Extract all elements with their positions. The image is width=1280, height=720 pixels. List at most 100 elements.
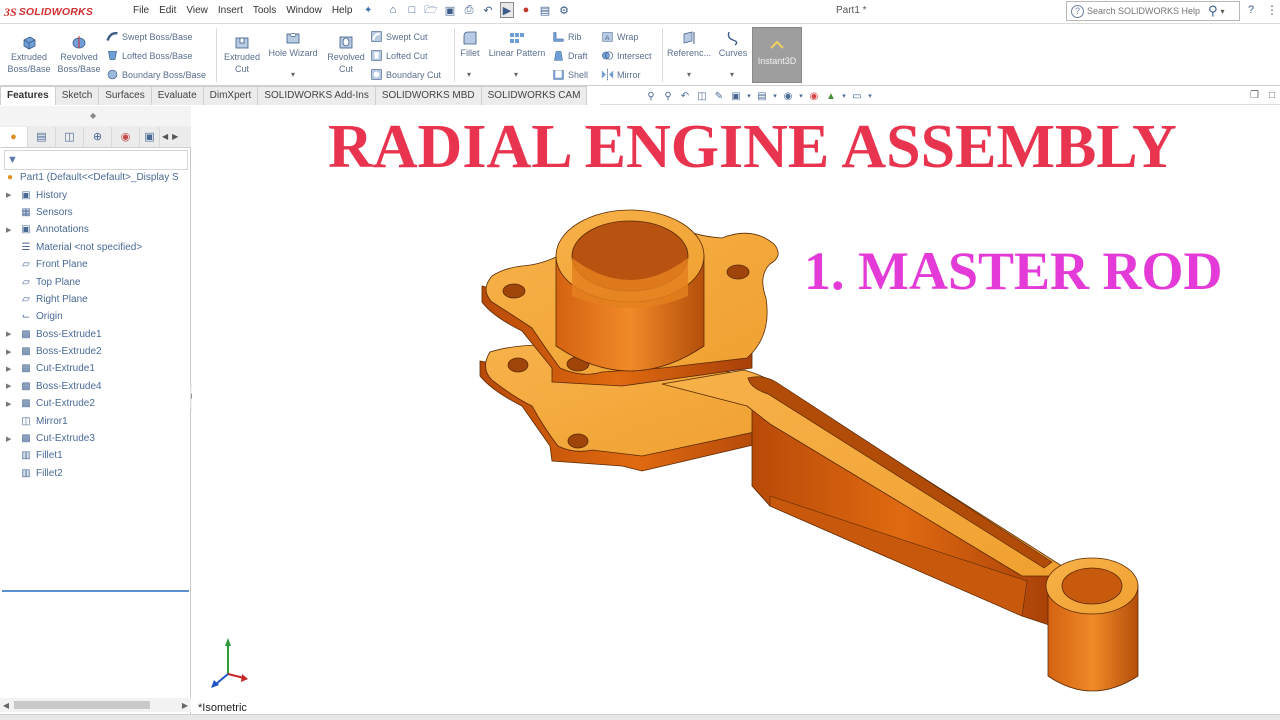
hole-wizard-dropdown-icon[interactable]: ▾	[291, 70, 295, 79]
tree-item-fillet1[interactable]: ▥ Fillet1	[0, 447, 191, 464]
tree-item-right[interactable]: ▱ Right Plane	[0, 291, 191, 308]
tab-features[interactable]: Features	[0, 86, 56, 105]
hide-show-items-icon[interactable]: ◉	[781, 89, 795, 103]
search-icon[interactable]: ⚲	[1208, 3, 1218, 19]
intersect-button[interactable]: Intersect	[601, 49, 652, 62]
display-style-icon[interactable]: ▤	[755, 89, 769, 103]
scroll-right-arrow-icon[interactable]: ▶	[179, 701, 191, 710]
zoom-to-fit-icon[interactable]: ⚲	[644, 89, 658, 103]
boundary-cut-button[interactable]: Boundary Cut	[370, 68, 441, 81]
close-viewport-icon[interactable]: □	[1269, 90, 1275, 101]
expand-arrow-icon[interactable]: ▶	[6, 365, 11, 373]
tab-surfaces[interactable]: Surfaces	[98, 86, 152, 105]
hole-wizard-button[interactable]: Hole Wizard	[266, 30, 320, 59]
new-document-icon[interactable]: □	[405, 2, 419, 18]
draft-button[interactable]: Draft	[552, 49, 588, 62]
search-dropdown-icon[interactable]: ▾	[1221, 7, 1225, 16]
pattern-dropdown-icon[interactable]: ▾	[514, 70, 518, 79]
tree-item-origin[interactable]: ⌙ Origin	[0, 308, 191, 325]
tree-root-part[interactable]: ● Part1 (Default<<Default>_Display S	[0, 169, 191, 186]
menu-tools[interactable]: Tools	[248, 5, 281, 16]
hide-show-dropdown-icon[interactable]: ▾	[798, 89, 804, 103]
more-options-icon[interactable]: ⋮	[1266, 3, 1278, 17]
help-question-icon[interactable]: ?	[1248, 4, 1254, 16]
tree-item-top[interactable]: ▱ Top Plane	[0, 273, 191, 290]
expand-arrow-icon[interactable]: ▶	[6, 191, 11, 199]
property-manager-icon[interactable]: ▤	[28, 126, 56, 147]
feature-filter-box[interactable]: ▼	[4, 150, 188, 170]
boundary-boss-button[interactable]: Boundary Boss/Base	[106, 68, 206, 81]
lofted-cut-button[interactable]: Lofted Cut	[370, 49, 428, 62]
expand-arrow-icon[interactable]: ▶	[6, 400, 11, 408]
zoom-to-area-icon[interactable]: ⚲	[661, 89, 675, 103]
edit-appearance-icon[interactable]: ◉	[807, 89, 821, 103]
revolved-boss-button[interactable]: Revolved Boss/Base	[56, 34, 102, 75]
menu-file[interactable]: File	[128, 5, 154, 16]
tree-item-annotations[interactable]: ▶ ▣ Annotations	[0, 221, 191, 238]
display-manager-icon[interactable]: ◉	[112, 126, 140, 147]
tree-item-boss-extrude1[interactable]: ▶ ▩ Boss-Extrude1	[0, 326, 191, 343]
menu-edit[interactable]: Edit	[154, 5, 181, 16]
configuration-manager-icon[interactable]: ◫	[56, 126, 84, 147]
restore-viewport-icon[interactable]: ❐	[1250, 90, 1259, 101]
rebuild-icon[interactable]: ●	[519, 2, 533, 18]
menu-window[interactable]: Window	[281, 5, 327, 16]
section-view-icon[interactable]: ◫	[695, 89, 709, 103]
tree-item-boss-extrude4[interactable]: ▶ ▩ Boss-Extrude4	[0, 378, 191, 395]
expand-arrow-icon[interactable]: ▶	[6, 435, 11, 443]
tab-sketch[interactable]: Sketch	[54, 86, 100, 105]
expand-arrow-icon[interactable]: ▶	[6, 226, 11, 234]
scroll-thumb[interactable]	[14, 701, 150, 709]
apply-scene-icon[interactable]: ▲	[824, 89, 838, 103]
expand-arrow-icon[interactable]: ▶	[6, 348, 11, 356]
tree-item-cut-extrude1[interactable]: ▶ ▩ Cut-Extrude1	[0, 360, 191, 377]
fillet-dropdown-icon[interactable]: ▾	[467, 70, 471, 79]
display-style-dropdown-icon[interactable]: ▾	[772, 89, 778, 103]
feature-filter-input[interactable]	[17, 154, 178, 166]
open-folder-icon[interactable]: 🗁	[424, 2, 438, 18]
view-settings-dropdown-icon[interactable]: ▾	[867, 89, 873, 103]
tree-item-cut-extrude2[interactable]: ▶ ▩ Cut-Extrude2	[0, 395, 191, 412]
home-icon[interactable]: ⌂	[386, 2, 400, 18]
panel-horizontal-scrollbar[interactable]: ◀ ▶	[0, 698, 191, 712]
instant3d-button[interactable]: Instant3D	[752, 27, 802, 83]
options-gear-icon[interactable]: ⚙	[557, 2, 571, 18]
menu-view[interactable]: View	[181, 5, 213, 16]
curves-button[interactable]: Curves	[716, 30, 750, 59]
file-properties-icon[interactable]: ▤	[538, 2, 552, 18]
apply-scene-dropdown-icon[interactable]: ▾	[841, 89, 847, 103]
rollback-bar[interactable]	[2, 590, 189, 592]
tree-item-fillet2[interactable]: ▥ Fillet2	[0, 465, 191, 482]
help-search-box[interactable]: ? ⚲ ▾	[1066, 1, 1240, 21]
shell-button[interactable]: Shell	[552, 68, 588, 81]
wrap-button[interactable]: A Wrap	[601, 30, 638, 43]
tree-item-history[interactable]: ▶ ▣ History	[0, 186, 191, 203]
mirror-button[interactable]: Mirror	[601, 68, 641, 81]
tree-item-sensors[interactable]: ▦ Sensors	[0, 204, 191, 221]
scroll-right-icon[interactable]: ▶	[172, 132, 178, 141]
help-search-input[interactable]	[1087, 6, 1205, 16]
extruded-cut-button[interactable]: Extruded Cut	[220, 34, 264, 75]
select-pointer-icon[interactable]: ▶	[500, 2, 514, 18]
cam-manager-icon[interactable]: ▣	[140, 126, 160, 147]
dynamic-annotation-icon[interactable]: ✎	[712, 89, 726, 103]
menu-insert[interactable]: Insert	[213, 5, 248, 16]
tree-item-boss-extrude2[interactable]: ▶ ▩ Boss-Extrude2	[0, 343, 191, 360]
reference-dropdown-icon[interactable]: ▾	[687, 70, 691, 79]
undo-icon[interactable]: ↶	[481, 2, 495, 18]
feature-manager-tree-icon[interactable]: ●	[0, 126, 28, 147]
pin-menu-icon[interactable]: ✦	[364, 5, 372, 16]
expand-arrow-icon[interactable]: ▶	[6, 330, 11, 338]
tree-item-front[interactable]: ▱ Front Plane	[0, 256, 191, 273]
save-icon[interactable]: ▣	[443, 2, 457, 18]
print-icon[interactable]: ⎙	[462, 2, 476, 18]
swept-cut-button[interactable]: Swept Cut	[370, 30, 428, 43]
extruded-boss-button[interactable]: Extruded Boss/Base	[6, 34, 52, 75]
expand-arrow-icon[interactable]: ▶	[6, 382, 11, 390]
fillet-button[interactable]: Fillet	[456, 30, 484, 59]
scroll-left-arrow-icon[interactable]: ◀	[0, 701, 12, 710]
linear-pattern-button[interactable]: Linear Pattern	[486, 30, 548, 59]
tree-item-mirror1[interactable]: ◫ Mirror1	[0, 412, 191, 429]
solidworks-logo[interactable]: 3S SOLIDWORKS	[4, 2, 136, 22]
master-rod-model[interactable]	[192, 106, 1280, 720]
